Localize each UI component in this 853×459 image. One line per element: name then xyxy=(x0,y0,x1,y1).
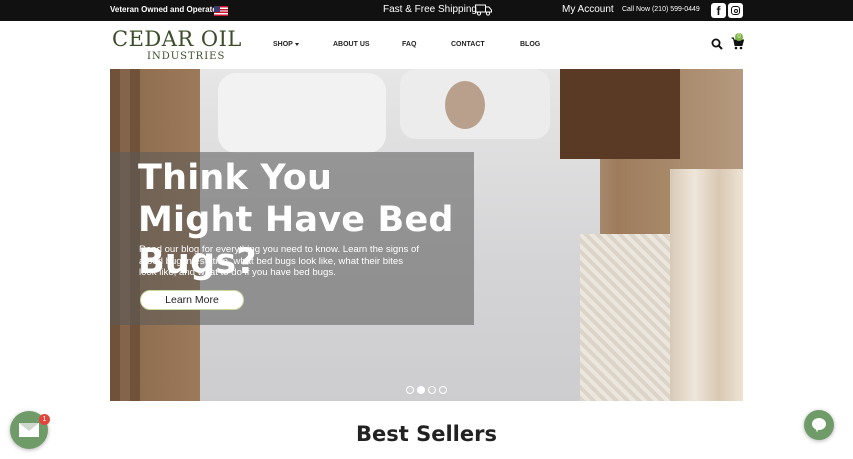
caret-down-icon xyxy=(294,42,299,46)
hero-image-nightstand xyxy=(560,69,680,159)
newsletter-badge: 1 xyxy=(39,414,50,425)
site-logo[interactable]: CEDAR OIL INDUSTRIES xyxy=(112,27,257,63)
hero-banner: Think You Might Have Bed Bugs? Read our … xyxy=(110,69,743,401)
call-now-text[interactable]: Call Now (210) 599-0449 xyxy=(622,6,700,13)
carousel-dot-active[interactable] xyxy=(417,386,425,394)
logo-subline: INDUSTRIES xyxy=(147,51,226,62)
shipping-text: Fast & Free Shipping xyxy=(383,4,477,15)
best-sellers-heading: Best Sellers xyxy=(356,422,497,446)
nav-item-shop[interactable]: SHOP xyxy=(273,41,299,48)
search-icon[interactable] xyxy=(711,38,723,50)
hero-subtitle: Read our blog for everything you need to… xyxy=(139,244,419,279)
my-account-link[interactable]: My Account xyxy=(562,4,614,15)
hero-image-person xyxy=(445,81,485,129)
veteran-owned-text: Veteran Owned and Operated xyxy=(110,5,222,14)
logo-wordmark: CEDAR OIL xyxy=(112,27,242,51)
nav-item-label: SHOP xyxy=(273,41,293,48)
carousel-dot[interactable] xyxy=(428,386,436,394)
hero-image-pillow xyxy=(218,73,386,153)
nav-item-blog[interactable]: BLOG xyxy=(520,41,540,48)
nav-item-about-us[interactable]: ABOUT US xyxy=(333,41,370,48)
chat-button[interactable] xyxy=(804,410,834,440)
hero-image-curtain xyxy=(670,169,743,401)
carousel-dot[interactable] xyxy=(406,386,414,394)
main-nav: CEDAR OIL INDUSTRIES SHOP ABOUT US FAQ C… xyxy=(0,21,853,69)
envelope-icon xyxy=(19,423,39,437)
top-bar: Veteran Owned and Operated Fast & Free S… xyxy=(0,0,853,21)
us-flag-icon xyxy=(214,6,228,16)
carousel-dot[interactable] xyxy=(439,386,447,394)
learn-more-button[interactable]: Learn More xyxy=(140,290,244,310)
carousel-dots xyxy=(406,381,450,394)
instagram-icon[interactable] xyxy=(728,3,743,18)
truck-icon xyxy=(475,4,492,16)
nav-item-faq[interactable]: FAQ xyxy=(402,41,416,48)
cart-count-badge: 0 xyxy=(735,33,743,41)
nav-item-contact[interactable]: CONTACT xyxy=(451,41,485,48)
facebook-icon[interactable]: f xyxy=(711,3,726,18)
chat-bubble-icon xyxy=(812,418,826,430)
